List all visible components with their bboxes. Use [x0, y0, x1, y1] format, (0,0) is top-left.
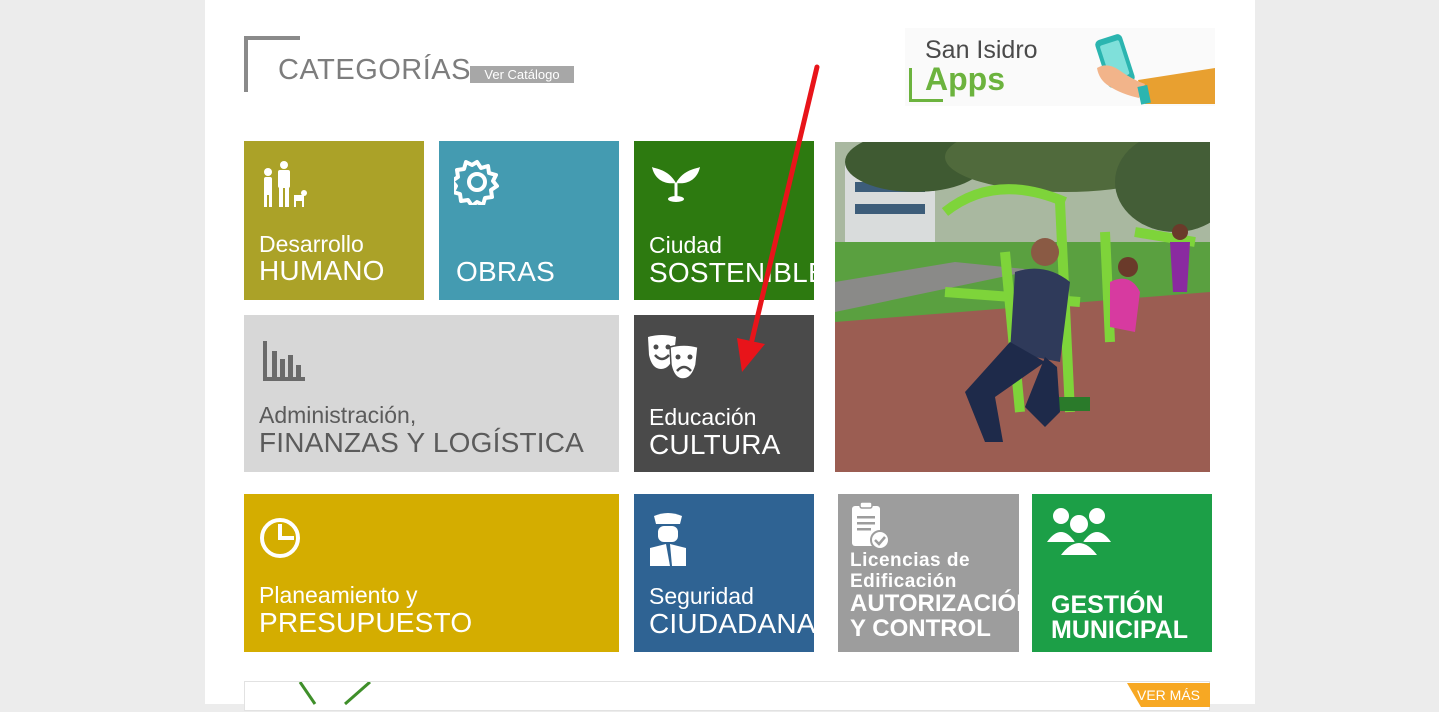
tile-line2: PRESUPUESTO: [259, 607, 473, 638]
tile-line1: Ciudad: [649, 232, 722, 258]
photo-image: [835, 142, 1210, 472]
bar-chart-icon: [263, 341, 305, 381]
featured-banner-strip[interactable]: [244, 681, 1210, 711]
tile-line1: Educación: [649, 404, 757, 430]
tile-line2: FINANZAS Y LOGÍSTICA: [259, 427, 585, 458]
tile-line1: Planeamiento y: [259, 582, 418, 608]
apps-banner-line2: Apps: [925, 61, 1005, 97]
tile-planeamiento-presupuesto[interactable]: Planeamiento y PRESUPUESTO: [244, 494, 619, 652]
tile-line2b: Y CONTROL: [850, 615, 991, 642]
theater-masks-icon: [648, 335, 699, 379]
tile-line2: SOSTENIBLE: [649, 257, 814, 288]
people-group-icon: [1047, 508, 1111, 556]
hand-phone-icon: [1095, 34, 1215, 105]
tile-line1: Administración,: [259, 402, 417, 428]
plant-decoration-icon: [298, 682, 371, 706]
tile-line1: Desarrollo: [259, 231, 364, 257]
tile-line2: AUTORIZACIÓN: [850, 590, 1019, 617]
tile-gestion-municipal[interactable]: GESTIÓN MUNICIPAL: [1032, 494, 1212, 652]
tile-line2: CULTURA: [649, 429, 781, 460]
tile-administracion-finanzas[interactable]: Administración, FINANZAS Y LOGÍSTICA: [244, 315, 619, 472]
sprout-icon: [652, 167, 700, 202]
tile-line2: HUMANO: [259, 255, 385, 286]
park-exercise-photo[interactable]: [835, 142, 1210, 472]
san-isidro-apps-banner[interactable]: San Isidro Apps: [905, 28, 1215, 106]
ver-catalogo-button[interactable]: Ver Catálogo: [470, 66, 574, 83]
tile-desarrollo-humano[interactable]: Desarrollo HUMANO: [244, 141, 424, 300]
clipboard-check-icon: [852, 502, 890, 550]
tile-line1: Licencias de: [850, 550, 971, 571]
gear-icon: [454, 160, 499, 205]
family-icon: [264, 161, 307, 207]
tile-educacion-cultura[interactable]: Educación CULTURA: [634, 315, 814, 472]
security-officer-icon: [650, 513, 686, 566]
tile-seguridad-ciudadana[interactable]: Seguridad CIUDADANA: [634, 494, 814, 652]
tile-line2: MUNICIPAL: [1051, 616, 1189, 644]
tile-obras[interactable]: OBRAS: [439, 141, 619, 300]
tile-line1: GESTIÓN: [1051, 591, 1164, 619]
ver-mas-button[interactable]: VER MÁS: [1127, 683, 1210, 707]
pie-clock-icon: [260, 518, 300, 558]
tile-licencias-edificacion[interactable]: Licencias de Edificación AUTORIZACIÓN Y …: [838, 494, 1019, 652]
tile-line2: OBRAS: [456, 256, 556, 287]
tile-ciudad-sostenible[interactable]: Ciudad SOSTENIBLE: [634, 141, 814, 300]
tile-line2: CIUDADANA: [649, 608, 814, 639]
page-title: CATEGORÍAS: [278, 54, 471, 86]
tile-line1: Seguridad: [649, 583, 754, 609]
